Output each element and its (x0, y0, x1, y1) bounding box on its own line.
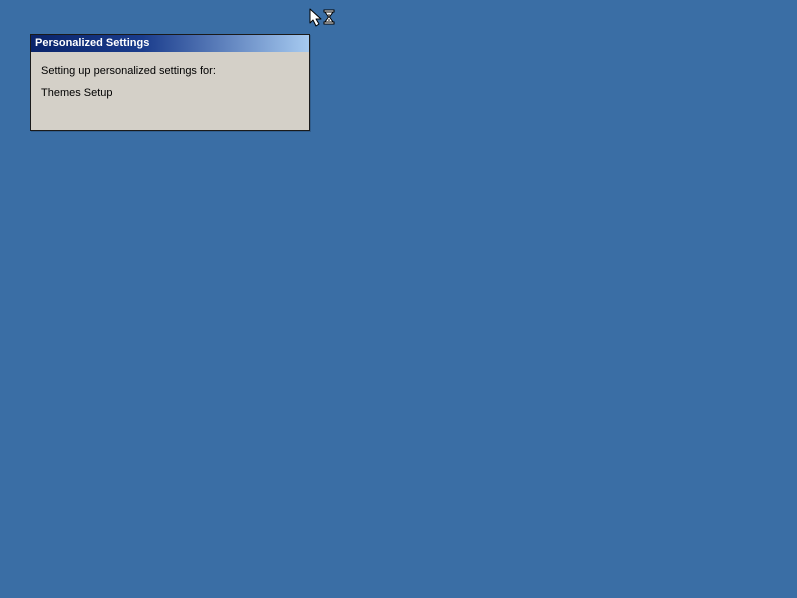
dialog-titlebar: Personalized Settings (31, 35, 309, 52)
dialog-title: Personalized Settings (35, 37, 149, 49)
personalized-settings-dialog: Personalized Settings Setting up persona… (30, 34, 310, 131)
desktop: Personalized Settings Setting up persona… (0, 0, 797, 598)
dialog-body: Setting up personalized settings for: Th… (31, 52, 309, 130)
cursor-busy-icon (309, 8, 337, 28)
dialog-message-line2: Themes Setup (41, 86, 299, 100)
dialog-message-line1: Setting up personalized settings for: (41, 64, 299, 78)
